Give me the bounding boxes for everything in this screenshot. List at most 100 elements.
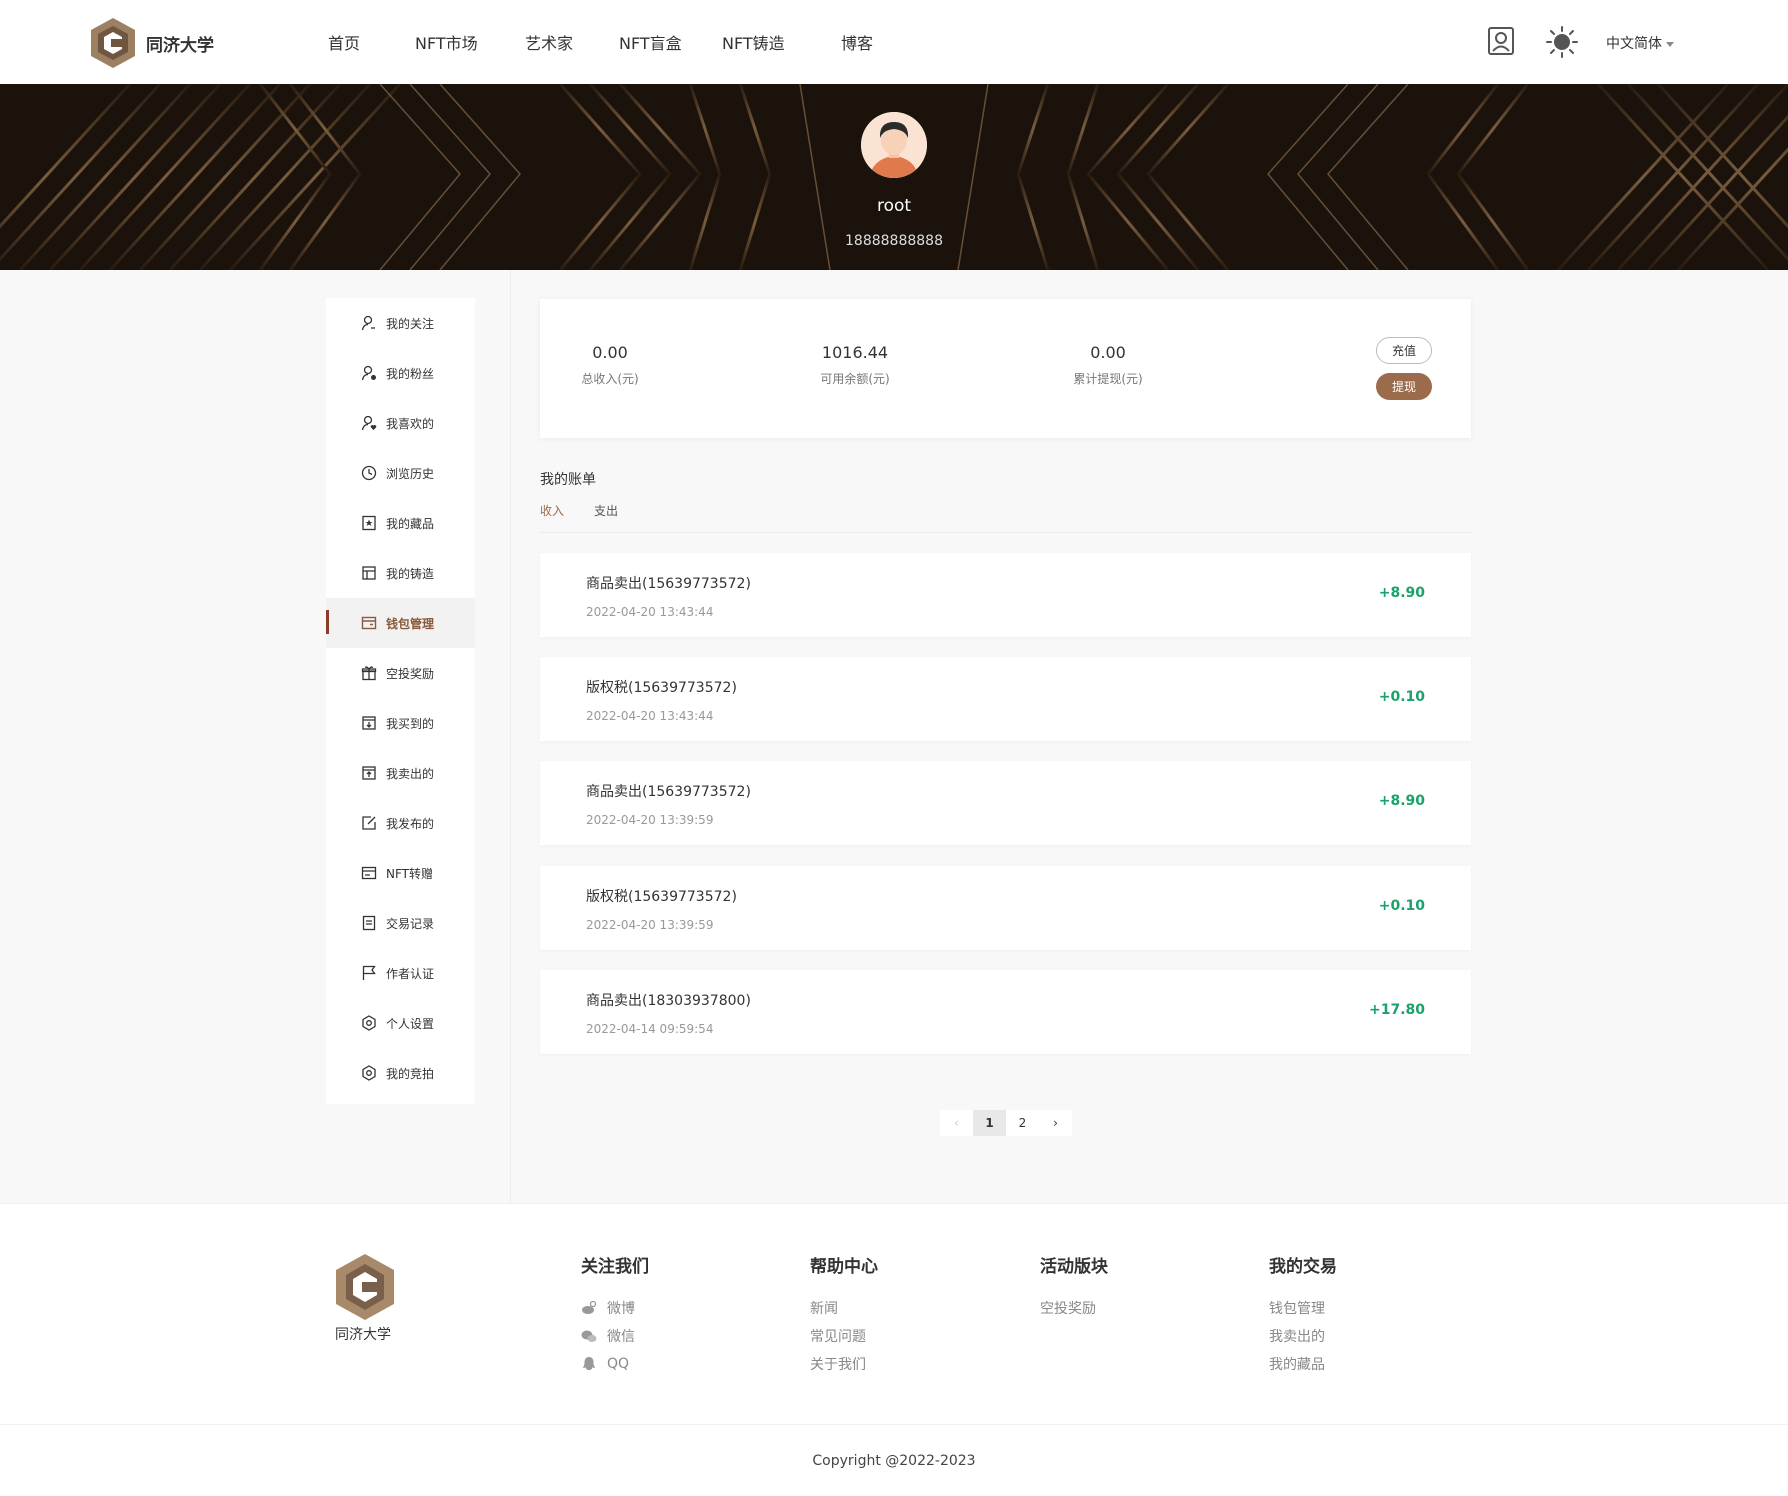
sidebar-item-records[interactable]: 交易记录 xyxy=(326,898,475,948)
footer-link-label: 微信 xyxy=(607,1329,635,1345)
settings-hex-icon xyxy=(361,1015,377,1031)
footer-col-follow: 关注我们 微博 微信 QQ xyxy=(581,1252,649,1378)
footer-col-title: 我的交易 xyxy=(1269,1257,1337,1277)
sidebar-item-likes[interactable]: 我喜欢的 xyxy=(326,398,475,448)
user-profile-icon[interactable] xyxy=(1487,26,1515,56)
sidebar-item-published[interactable]: 我发布的 xyxy=(326,798,475,848)
weibo-icon xyxy=(581,1300,597,1316)
footer-link-sold[interactable]: 我卖出的 xyxy=(1269,1322,1337,1350)
clock-icon xyxy=(361,465,377,481)
nav-home[interactable]: 首页 xyxy=(328,30,360,54)
top-header: 同济大学 首页 NFT市场 艺术家 NFT盲盒 NFT铸造 博客 中文简体 xyxy=(0,0,1788,84)
sidebar-item-label: 我发布的 xyxy=(386,816,435,831)
footer-link-faq[interactable]: 常见问题 xyxy=(810,1322,878,1350)
footer-link-collection[interactable]: 我的藏品 xyxy=(1269,1350,1337,1378)
pagination-prev-button[interactable]: ‹ xyxy=(940,1110,973,1136)
stat-total-income: 0.00 总收入(元) xyxy=(540,343,680,387)
sidebar-item-settings[interactable]: 个人设置 xyxy=(326,998,475,1048)
withdrawn-label: 累计提现(元) xyxy=(1073,372,1143,386)
bill-date: 2022-04-14 09:59:54 xyxy=(586,1022,714,1036)
bill-title: 商品卖出(18303937800) xyxy=(586,993,751,1009)
bill-title: 版权税(15639773572) xyxy=(586,889,737,905)
bill-date: 2022-04-20 13:39:59 xyxy=(586,918,714,932)
footer-link-weibo[interactable]: 微博 xyxy=(581,1294,649,1322)
sidebar-item-fans[interactable]: 我的粉丝 xyxy=(326,348,475,398)
layout-icon xyxy=(361,565,377,581)
bill-row: 商品卖出(15639773572) 2022-04-20 13:39:59 +8… xyxy=(540,761,1471,845)
sidebar-item-minted[interactable]: 我的铸造 xyxy=(326,548,475,598)
total-income-label: 总收入(元) xyxy=(581,372,639,386)
total-income-value: 0.00 xyxy=(592,343,628,362)
footer-link-about[interactable]: 关于我们 xyxy=(810,1350,878,1378)
sidebar-item-label: NFT转赠 xyxy=(386,866,433,881)
nav-blind-box[interactable]: NFT盲盒 xyxy=(619,30,682,54)
sidebar-item-sold[interactable]: 我卖出的 xyxy=(326,748,475,798)
bill-amount: +8.90 xyxy=(1378,585,1425,601)
box-in-icon xyxy=(361,715,377,731)
footer-link-news[interactable]: 新闻 xyxy=(810,1294,878,1322)
footer-link-qq[interactable]: QQ xyxy=(581,1350,649,1378)
sidebar-item-airdrop[interactable]: 空投奖励 xyxy=(326,648,475,698)
nav-artists[interactable]: 艺术家 xyxy=(525,30,573,54)
sidebar-item-label: 钱包管理 xyxy=(386,616,435,631)
footer-logo-icon xyxy=(336,1254,394,1320)
sidebar-item-history[interactable]: 浏览历史 xyxy=(326,448,475,498)
flag-icon xyxy=(361,965,377,981)
nav-blog[interactable]: 博客 xyxy=(841,30,873,54)
withdraw-button[interactable]: 提现 xyxy=(1376,373,1432,400)
box-out-icon xyxy=(361,765,377,781)
sidebar-item-label: 我的铸造 xyxy=(386,566,435,581)
pagination-next-button[interactable]: › xyxy=(1039,1110,1072,1136)
sidebar-item-collection[interactable]: 我的藏品 xyxy=(326,498,475,548)
content-divider xyxy=(510,270,511,1202)
bookmark-star-icon xyxy=(361,515,377,531)
sidebar-item-label: 我喜欢的 xyxy=(386,416,435,431)
recharge-button[interactable]: 充值 xyxy=(1376,337,1432,364)
sidebar-item-transfer[interactable]: NFT转赠 xyxy=(326,848,475,898)
document-icon xyxy=(361,915,377,931)
sidebar-item-label: 作者认证 xyxy=(386,966,435,981)
footer-col-title: 活动版块 xyxy=(1040,1257,1108,1277)
brand-logo[interactable]: 同济大学 xyxy=(88,16,214,70)
sidebar-item-verify[interactable]: 作者认证 xyxy=(326,948,475,998)
sidebar-item-auction[interactable]: 我的竞拍 xyxy=(326,1048,475,1098)
site-footer: 同济大学 关注我们 微博 微信 QQ 帮助中心 新闻 常见问题 关于我们 活动版… xyxy=(0,1203,1788,1424)
copyright-text: Copyright @2022-2023 xyxy=(0,1424,1788,1496)
bill-date: 2022-04-20 13:39:59 xyxy=(586,813,714,827)
nav-mint[interactable]: NFT铸造 xyxy=(722,30,785,54)
withdrawn-value: 0.00 xyxy=(1090,343,1126,362)
footer-link-wallet[interactable]: 钱包管理 xyxy=(1269,1294,1337,1322)
tab-expense[interactable]: 支出 xyxy=(594,502,618,519)
sidebar-item-label: 个人设置 xyxy=(386,1016,435,1031)
pagination-page-2[interactable]: 2 xyxy=(1006,1110,1039,1136)
bill-row: 商品卖出(18303937800) 2022-04-14 09:59:54 +1… xyxy=(540,970,1471,1054)
user-heart-icon xyxy=(361,415,377,431)
language-selector[interactable]: 中文简体 xyxy=(1606,33,1674,53)
bill-title: 商品卖出(15639773572) xyxy=(586,784,751,800)
card-icon xyxy=(361,865,377,881)
gift-icon xyxy=(361,665,377,681)
bill-amount: +0.10 xyxy=(1378,898,1425,914)
bill-date: 2022-04-20 13:43:44 xyxy=(586,709,714,723)
account-sidebar: 我的关注 我的粉丝 我喜欢的 浏览历史 我的藏品 我的铸造 钱包管理 空投奖励 … xyxy=(326,298,475,1104)
footer-brand-name: 同济大学 xyxy=(335,1327,391,1343)
footer-link-wechat[interactable]: 微信 xyxy=(581,1322,649,1350)
sidebar-item-bought[interactable]: 我买到的 xyxy=(326,698,475,748)
sidebar-item-following[interactable]: 我的关注 xyxy=(326,298,475,348)
user-avatar[interactable] xyxy=(861,112,927,178)
footer-link-airdrop[interactable]: 空投奖励 xyxy=(1040,1294,1108,1322)
footer-col-title: 帮助中心 xyxy=(810,1257,878,1277)
user-plus-icon xyxy=(361,365,377,381)
wechat-icon xyxy=(581,1328,597,1344)
pagination-page-1[interactable]: 1 xyxy=(973,1110,1006,1136)
sidebar-item-label: 我买到的 xyxy=(386,716,435,731)
qq-icon xyxy=(581,1356,597,1372)
theme-sun-icon[interactable] xyxy=(1546,26,1578,58)
tab-income[interactable]: 收入 xyxy=(540,502,564,519)
footer-link-label: QQ xyxy=(607,1356,630,1372)
chevron-down-icon xyxy=(1666,41,1674,47)
sidebar-item-wallet[interactable]: 钱包管理 xyxy=(326,598,475,648)
nav-nft-market[interactable]: NFT市场 xyxy=(415,30,478,54)
pagination: ‹ 1 2 › xyxy=(940,1110,1072,1136)
balance-label: 可用余额(元) xyxy=(820,372,890,386)
